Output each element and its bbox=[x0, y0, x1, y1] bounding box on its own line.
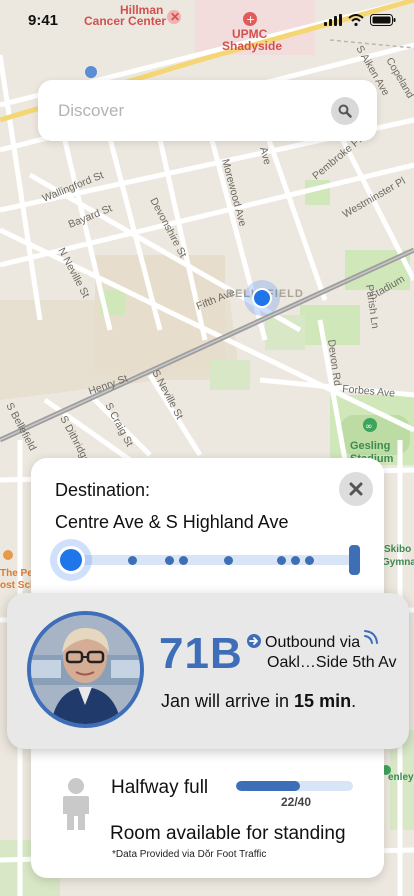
occupancy-bar bbox=[236, 781, 353, 791]
battery-icon bbox=[370, 14, 396, 26]
route-stop bbox=[291, 556, 300, 565]
route-direction: Outbound via Oakl…Side 5th Av bbox=[247, 633, 407, 673]
restaurant-icon bbox=[3, 550, 13, 560]
map-edge-label: enley bbox=[388, 772, 414, 783]
arrival-prefix: Jan will arrive in bbox=[161, 691, 295, 711]
route-stop bbox=[179, 556, 188, 565]
direction-text-1: Outbound via bbox=[265, 634, 361, 651]
route-start-dot bbox=[57, 546, 85, 574]
standing-room-text: Room available for standing bbox=[110, 823, 346, 844]
arrival-time: 15 min bbox=[294, 691, 352, 711]
close-button[interactable] bbox=[339, 472, 373, 506]
current-location-dot bbox=[252, 288, 272, 308]
occupancy-bar-fill bbox=[236, 781, 301, 791]
data-source-note: *Data Provided via Dŏr Foot Traffic bbox=[112, 849, 267, 860]
search-bar[interactable] bbox=[38, 80, 377, 141]
route-stop bbox=[224, 556, 233, 565]
destination-name: Centre Ave & S Highland Ave bbox=[55, 512, 289, 532]
bus-card[interactable]: 71B Outbound via Oakl…Side 5th Av Jan wi… bbox=[7, 593, 409, 749]
arrival-text: Jan will arrive in 15 min. bbox=[161, 691, 356, 712]
route-stop bbox=[165, 556, 174, 565]
destination-card: Destination: Centre Ave & S Highland Ave bbox=[31, 458, 384, 608]
search-input[interactable] bbox=[58, 100, 331, 121]
route-line bbox=[67, 555, 359, 565]
route-progress bbox=[50, 539, 365, 581]
close-icon bbox=[349, 482, 363, 496]
driver-photo bbox=[31, 615, 140, 724]
status-bar: 9:41 bbox=[0, 0, 414, 44]
map-edge-label: The Pe bbox=[0, 568, 33, 579]
search-button[interactable] bbox=[331, 96, 359, 125]
poi-label[interactable]: Gesling bbox=[350, 440, 390, 452]
route-end-marker bbox=[349, 545, 360, 575]
wifi-icon bbox=[348, 14, 364, 26]
occupancy-card: Halfway full 22/40 Room available for st… bbox=[31, 749, 384, 878]
route-stop bbox=[277, 556, 286, 565]
parking-icon bbox=[85, 66, 97, 78]
status-time: 9:41 bbox=[28, 12, 59, 29]
current-location-marker[interactable] bbox=[244, 280, 280, 316]
cellular-signal-icon bbox=[324, 14, 342, 26]
arrival-suffix: . bbox=[351, 691, 357, 711]
route-start-marker bbox=[50, 539, 92, 581]
route-stop bbox=[128, 556, 137, 565]
route-number: 71B bbox=[159, 629, 243, 678]
arrow-right-icon bbox=[247, 634, 261, 648]
status-icons bbox=[324, 14, 396, 26]
direction-line-1: Outbound via bbox=[247, 633, 407, 653]
stadium-icon: ∞ bbox=[365, 422, 373, 432]
direction-line-2: Oakl…Side 5th Av bbox=[267, 654, 397, 671]
occupancy-count: 22/40 bbox=[281, 795, 312, 809]
map-edge-label: Gymna bbox=[382, 557, 414, 568]
live-signal-icon bbox=[364, 630, 378, 644]
occupancy-status: Halfway full bbox=[111, 777, 209, 798]
map-edge-label: Skibo bbox=[384, 544, 411, 555]
driver-avatar bbox=[27, 611, 144, 728]
person-icon bbox=[63, 778, 89, 830]
route-stop bbox=[305, 556, 314, 565]
search-icon bbox=[338, 104, 352, 118]
destination-title: Destination: bbox=[55, 480, 151, 500]
